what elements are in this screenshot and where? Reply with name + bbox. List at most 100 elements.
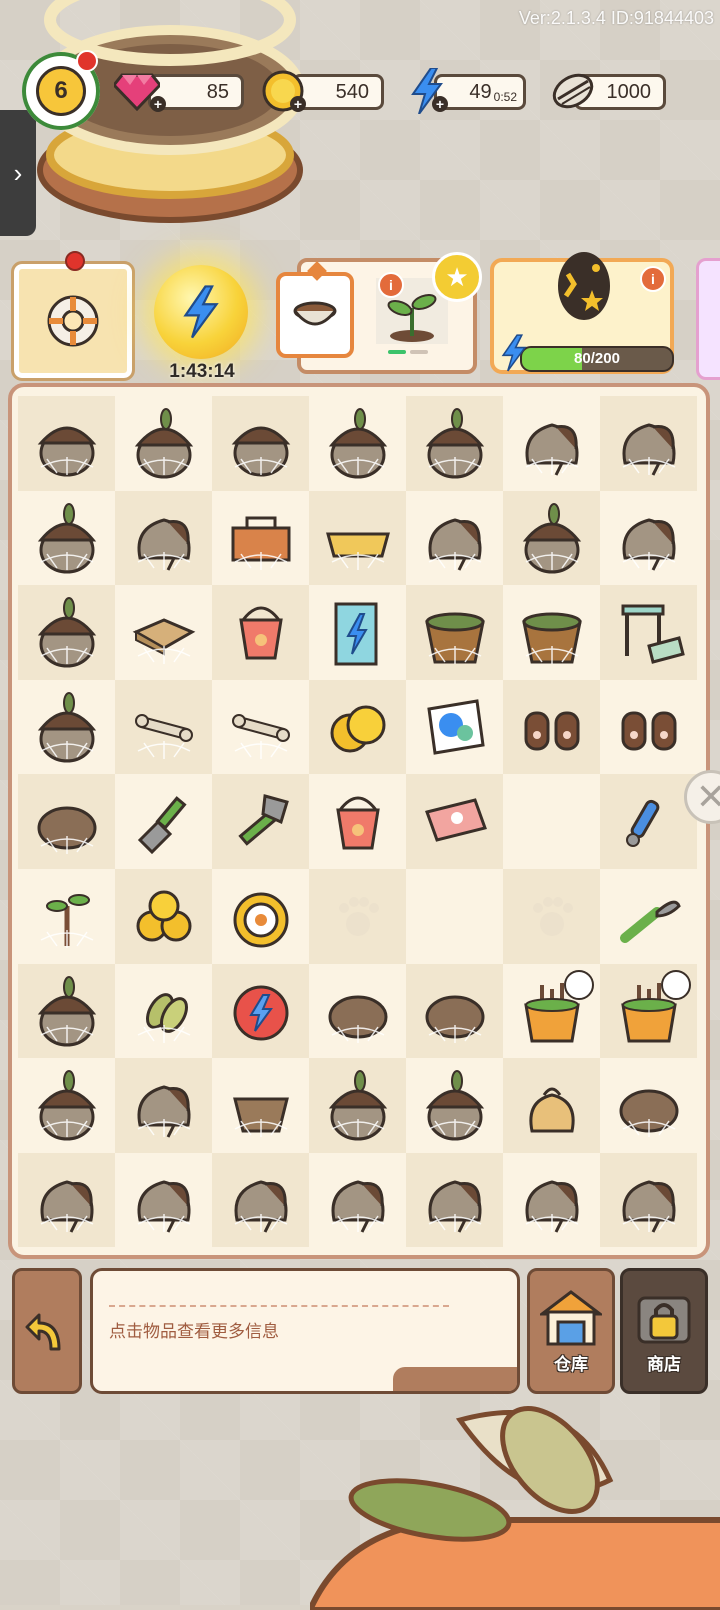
board-cell[interactable] bbox=[309, 774, 406, 869]
egg-progress-text: 80/200 bbox=[574, 350, 620, 367]
side-drawer-toggle[interactable]: › bbox=[0, 110, 36, 236]
egg-info-button[interactable]: i bbox=[640, 266, 666, 292]
trowel-icon bbox=[137, 795, 187, 854]
board-cell[interactable] bbox=[309, 679, 406, 775]
warehouse-button[interactable]: 仓库 bbox=[527, 1268, 615, 1394]
board-cell[interactable] bbox=[18, 585, 115, 680]
board-cell[interactable] bbox=[212, 868, 309, 964]
sack-icon bbox=[137, 1085, 190, 1139]
board-cell[interactable] bbox=[18, 868, 115, 964]
paw-print-icon bbox=[338, 897, 379, 937]
pruning-knife-icon bbox=[619, 900, 681, 944]
board-cell[interactable] bbox=[212, 396, 309, 491]
board-cell[interactable] bbox=[406, 679, 503, 775]
board-cell[interactable] bbox=[309, 1058, 406, 1153]
board-cell[interactable] bbox=[503, 396, 600, 491]
board-cell[interactable] bbox=[600, 679, 697, 775]
board-cell[interactable] bbox=[212, 774, 309, 869]
energy-orb-button[interactable] bbox=[154, 265, 248, 359]
board-cell[interactable] bbox=[212, 490, 309, 586]
board-cell[interactable] bbox=[600, 868, 697, 964]
acorn-leaf-icon bbox=[328, 408, 387, 479]
board-cell[interactable] bbox=[18, 396, 115, 491]
rock-icon bbox=[425, 995, 484, 1043]
sack-icon bbox=[525, 423, 578, 476]
board-cell[interactable] bbox=[503, 868, 600, 964]
board-cell[interactable] bbox=[18, 1152, 115, 1248]
board-cell[interactable] bbox=[406, 585, 503, 680]
hatchet-icon bbox=[237, 793, 289, 846]
board-cell[interactable] bbox=[115, 396, 212, 491]
board-cell[interactable] bbox=[503, 679, 600, 775]
board-cell[interactable] bbox=[406, 868, 503, 964]
board-cell[interactable] bbox=[309, 963, 406, 1059]
board-cell[interactable] bbox=[212, 585, 309, 680]
warehouse-label: 仓库 bbox=[554, 1355, 588, 1374]
board-cell[interactable] bbox=[309, 868, 406, 964]
board-cell[interactable] bbox=[18, 1058, 115, 1153]
daily-event-tab[interactable] bbox=[696, 258, 720, 380]
board-cell[interactable] bbox=[212, 1152, 309, 1248]
board-cell[interactable] bbox=[309, 396, 406, 491]
board-cell[interactable] bbox=[406, 396, 503, 491]
board-cell[interactable] bbox=[115, 585, 212, 680]
board-cell[interactable] bbox=[503, 1058, 600, 1153]
board-cell[interactable] bbox=[309, 490, 406, 586]
player-level-badge[interactable]: 6 bbox=[22, 50, 100, 130]
board-cell[interactable] bbox=[600, 396, 697, 491]
board-cell[interactable] bbox=[600, 1152, 697, 1248]
board-cell[interactable] bbox=[406, 490, 503, 586]
board-cell[interactable] bbox=[115, 1152, 212, 1248]
bowl-icon bbox=[293, 301, 337, 326]
board-cell[interactable] bbox=[503, 585, 600, 680]
add-coins-button[interactable]: + bbox=[290, 96, 306, 112]
task-board-button[interactable] bbox=[11, 251, 135, 381]
board-cell[interactable] bbox=[600, 585, 697, 680]
add-energy-button[interactable]: + bbox=[432, 96, 448, 112]
board-cell[interactable] bbox=[115, 679, 212, 775]
shop-button[interactable]: 商店 bbox=[620, 1268, 708, 1394]
board-cell[interactable] bbox=[18, 774, 115, 869]
acorn-leaf-icon bbox=[425, 1070, 484, 1141]
board-cell[interactable] bbox=[309, 585, 406, 680]
board-cell[interactable] bbox=[115, 963, 212, 1059]
board-cell[interactable] bbox=[600, 1058, 697, 1153]
board-cell[interactable] bbox=[406, 1152, 503, 1248]
wooden-tub-icon bbox=[424, 612, 485, 665]
paw-print-icon bbox=[532, 897, 573, 937]
board-cell[interactable] bbox=[309, 1152, 406, 1248]
board-cell[interactable] bbox=[406, 1058, 503, 1153]
back-button[interactable] bbox=[12, 1268, 82, 1394]
board-cell[interactable] bbox=[503, 774, 600, 869]
board-cell[interactable] bbox=[600, 963, 697, 1059]
chevron-right-icon: › bbox=[13, 157, 23, 188]
acorn-leaf-icon bbox=[37, 1070, 96, 1141]
acorn-leaf-icon bbox=[37, 975, 96, 1047]
board-cell[interactable] bbox=[406, 774, 503, 869]
acorn-leaf-icon bbox=[328, 1070, 387, 1141]
board-cell[interactable] bbox=[115, 774, 212, 869]
board-cell[interactable] bbox=[115, 490, 212, 586]
lightning-icon bbox=[183, 285, 219, 339]
board-cell[interactable] bbox=[18, 679, 115, 775]
board-cell[interactable] bbox=[406, 963, 503, 1059]
merge-board-grid bbox=[18, 396, 697, 1248]
bone-icon bbox=[231, 714, 290, 760]
board-cell[interactable] bbox=[212, 1058, 309, 1153]
board-cell[interactable] bbox=[600, 490, 697, 586]
board-cell[interactable] bbox=[600, 774, 697, 869]
sack-icon bbox=[331, 1180, 384, 1233]
board-cell[interactable] bbox=[18, 963, 115, 1059]
board-cell[interactable] bbox=[115, 868, 212, 964]
board-cell[interactable] bbox=[503, 490, 600, 586]
order-info-button[interactable]: i bbox=[378, 272, 404, 298]
board-cell[interactable] bbox=[115, 1058, 212, 1153]
board-cell[interactable] bbox=[212, 679, 309, 775]
sack-icon bbox=[40, 1180, 93, 1233]
board-cell[interactable] bbox=[18, 490, 115, 586]
add-gems-button[interactable]: + bbox=[150, 96, 166, 112]
order-required-item[interactable] bbox=[276, 261, 354, 358]
board-cell[interactable] bbox=[503, 963, 600, 1059]
board-cell[interactable] bbox=[503, 1152, 600, 1248]
board-cell[interactable] bbox=[212, 963, 309, 1059]
